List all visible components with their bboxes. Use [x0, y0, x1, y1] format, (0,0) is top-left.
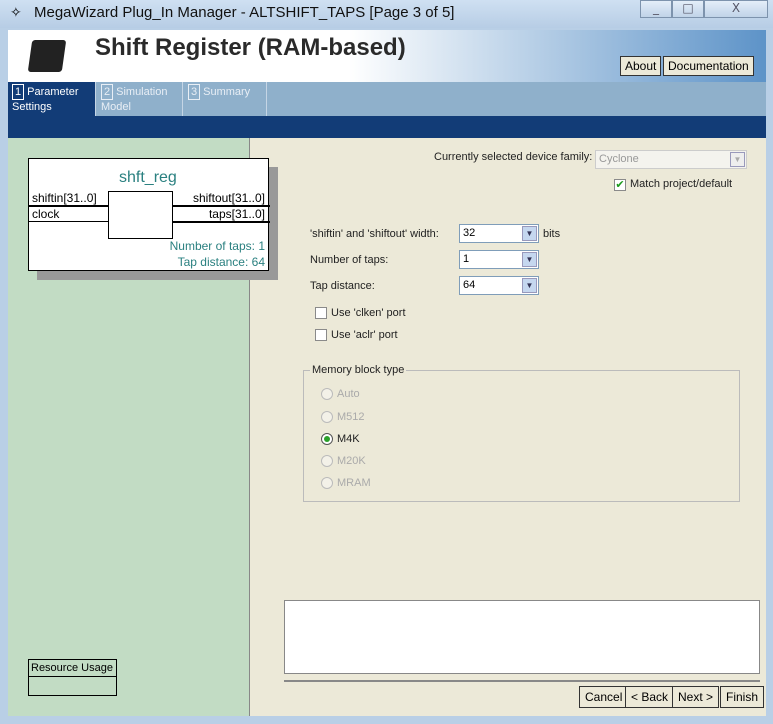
tab-underline-bar — [8, 116, 766, 138]
clken-checkbox[interactable] — [315, 307, 327, 319]
distance-select[interactable]: 64 ▼ — [459, 276, 539, 295]
tab-number: 3 — [188, 84, 201, 100]
symbol-name: shft_reg — [119, 169, 177, 186]
info-distance: Tap distance: 64 — [177, 255, 265, 269]
message-area — [284, 600, 760, 674]
match-project-label: Match project/default — [630, 178, 733, 190]
chevron-down-icon: ▼ — [522, 252, 537, 267]
match-project-checkbox[interactable]: ✔ — [614, 179, 626, 191]
tab-parameter-settings[interactable]: 1 Parameter Settings — [8, 82, 96, 116]
info-taps: Number of taps: 1 — [169, 239, 265, 253]
resource-usage-box: Resource Usage — [28, 659, 117, 696]
port-shiftout: shiftout[31..0] — [192, 191, 265, 205]
bus-line — [173, 221, 270, 223]
width-value: 32 — [463, 227, 476, 239]
radio-auto-label: Auto — [337, 388, 360, 400]
tab-simulation-model[interactable]: 2 Simulation Model — [97, 82, 183, 116]
wire-line — [29, 221, 108, 222]
radio-m512-label: M512 — [337, 411, 365, 423]
tab-number: 1 — [12, 84, 25, 100]
width-unit: bits — [543, 228, 561, 240]
memory-block-title: Memory block type — [310, 364, 407, 376]
radio-dot — [324, 436, 330, 442]
device-family-select[interactable]: Cyclone ▼ — [595, 150, 747, 169]
width-select[interactable]: 32 ▼ — [459, 224, 539, 243]
radio-m20k[interactable] — [321, 455, 333, 467]
chevron-down-icon: ▼ — [522, 278, 537, 293]
back-button[interactable]: < Back — [625, 686, 675, 708]
next-button[interactable]: Next > — [672, 686, 720, 708]
port-clock: clock — [32, 207, 60, 221]
radio-m512[interactable] — [321, 411, 333, 423]
taps-value: 1 — [463, 253, 470, 265]
distance-value: 64 — [463, 279, 476, 291]
symbol-box — [108, 191, 173, 239]
radio-mram-label: MRAM — [337, 477, 371, 489]
resource-usage-label: Resource Usage — [29, 660, 116, 677]
radio-m4k[interactable] — [321, 433, 333, 445]
finish-button[interactable]: Finish — [720, 686, 765, 708]
aclr-checkbox[interactable] — [315, 329, 327, 341]
port-shiftin: shiftin[31..0] — [32, 191, 97, 205]
minimize-button[interactable]: _ — [640, 0, 672, 18]
clken-label: Use 'clken' port — [331, 307, 406, 319]
radio-m4k-label: M4K — [337, 433, 360, 445]
device-family-label: Currently selected device family: — [434, 151, 593, 163]
tab-label: Summary — [203, 86, 251, 98]
radio-mram[interactable] — [321, 477, 333, 489]
radio-auto[interactable] — [321, 388, 333, 400]
chip-logo-icon — [27, 40, 67, 72]
distance-label: Tap distance: — [310, 280, 375, 292]
aclr-label: Use 'aclr' port — [331, 329, 398, 341]
cancel-button[interactable]: Cancel — [579, 686, 629, 708]
tab-number: 2 — [101, 84, 114, 100]
width-label: 'shiftin' and 'shiftout' width: — [310, 228, 439, 240]
tab-summary[interactable]: 3 Summary — [184, 82, 267, 116]
port-taps: taps[31..0] — [208, 207, 265, 221]
taps-select[interactable]: 1 ▼ — [459, 250, 539, 269]
separator — [284, 680, 760, 682]
maximize-button[interactable]: □ — [672, 0, 704, 18]
chevron-down-icon: ▼ — [522, 226, 537, 241]
about-button[interactable]: About — [620, 56, 662, 76]
symbol-diagram: shft_reg shiftin[31..0] clock shiftout[3… — [28, 158, 270, 271]
page-title: Shift Register (RAM-based) — [95, 34, 406, 61]
window-title: MegaWizard Plug_In Manager - ALTSHIFT_TA… — [34, 4, 455, 21]
documentation-button[interactable]: Documentation — [663, 56, 754, 76]
device-family-value: Cyclone — [599, 153, 639, 165]
wand-icon: ✧ — [10, 5, 22, 21]
close-button[interactable]: X — [704, 0, 768, 18]
chevron-down-icon: ▼ — [730, 152, 745, 167]
taps-label: Number of taps: — [310, 254, 389, 266]
radio-m20k-label: M20K — [337, 455, 366, 467]
